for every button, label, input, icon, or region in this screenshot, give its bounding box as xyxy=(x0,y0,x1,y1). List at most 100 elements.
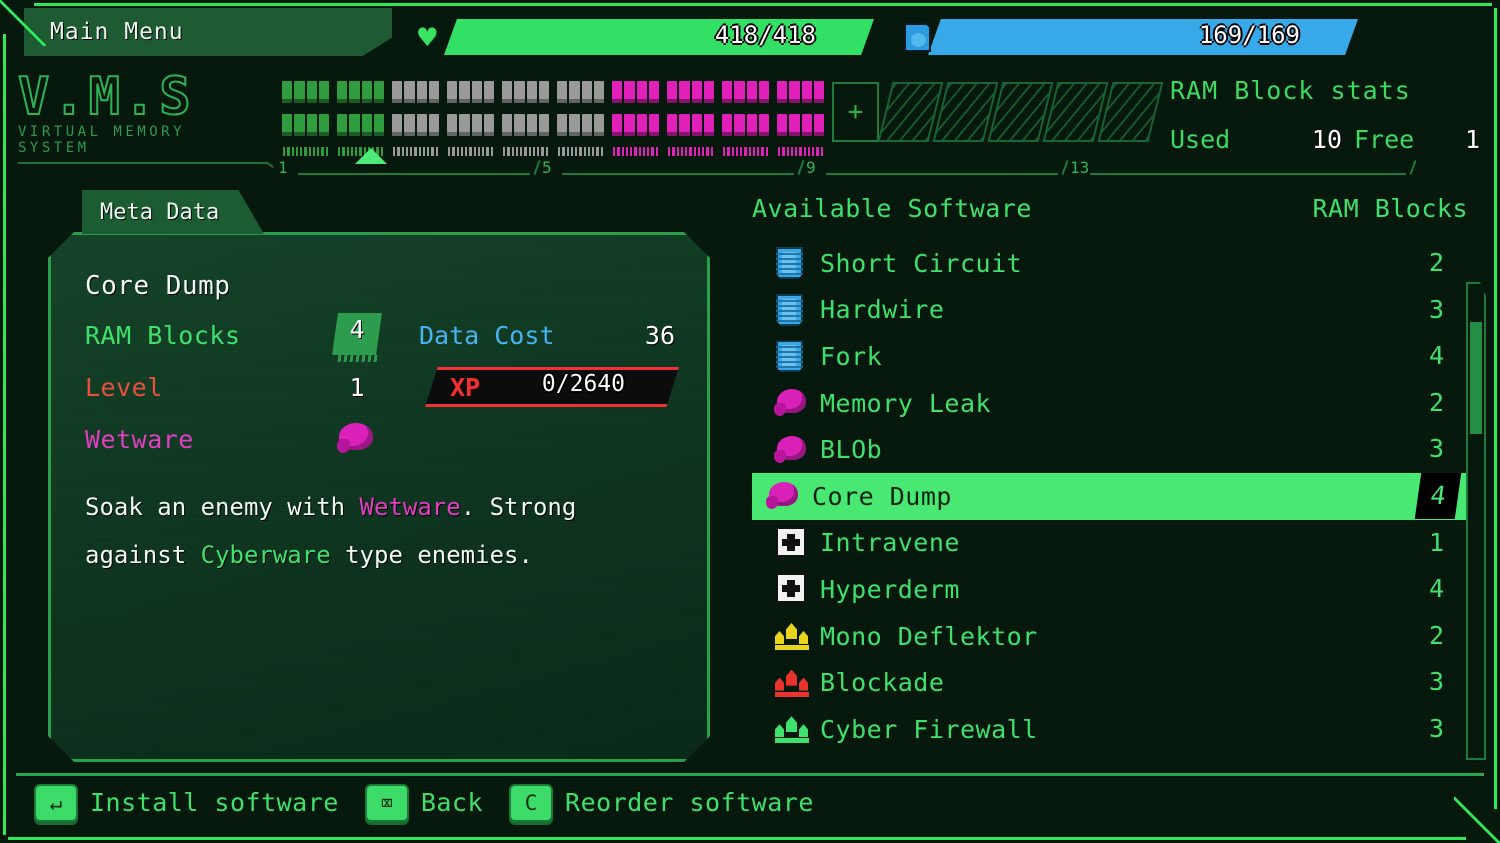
software-item-blocks: 3 xyxy=(1428,434,1444,464)
medkit-icon xyxy=(772,573,812,604)
ram-slot[interactable] xyxy=(608,76,663,156)
tab-meta-data[interactable]: Meta Data xyxy=(82,190,264,234)
software-list-item[interactable]: Hyperderm 4 xyxy=(752,566,1468,613)
software-item-name: Hyperderm xyxy=(820,574,960,604)
ram-ruler-mark: 5 xyxy=(540,158,805,180)
data-bar: 169/169 xyxy=(900,18,1358,56)
health-bar: ♥ 418/418 xyxy=(416,18,874,56)
software-item-name: BLOb xyxy=(820,435,883,465)
vms-screen: Main Menu ♥ 418/418 169/169 V.M.S VIRTUA… xyxy=(0,0,1500,843)
action-hint-label: Reorder software xyxy=(565,788,814,817)
frame-left xyxy=(3,34,6,835)
ram-slot[interactable] xyxy=(553,76,608,156)
software-list[interactable]: Short Circuit 2 Hardwire 3 Fork 4 Memory Leak 2… xyxy=(752,240,1468,760)
frame-top xyxy=(34,3,1492,6)
software-list-header: Available Software RAM Blocks xyxy=(752,194,1468,223)
action-hint[interactable]: C Reorder software xyxy=(509,783,814,822)
ram-used-value: 10 xyxy=(1311,125,1342,154)
backspace-key: ⌧ xyxy=(364,783,409,822)
xp-tag: XP xyxy=(423,367,507,407)
top-bar: Main Menu ♥ 418/418 169/169 xyxy=(16,8,1484,58)
software-list-item[interactable]: Mono Deflektor 2 xyxy=(752,613,1468,660)
chip-icon xyxy=(772,293,812,326)
software-item-blocks: 4 xyxy=(1428,574,1444,604)
shield-icon xyxy=(772,714,812,744)
software-list-item[interactable]: Fork 4 xyxy=(752,333,1468,380)
main-menu-tab[interactable]: Main Menu xyxy=(24,8,392,56)
ram-slot[interactable] xyxy=(1042,76,1109,156)
action-hint[interactable]: ⌧ Back xyxy=(364,783,483,822)
software-item-blocks: 2 xyxy=(1428,387,1444,417)
ram-slot-ruler: 1 5 9 13 xyxy=(276,158,1484,180)
ram-slot[interactable] xyxy=(278,76,333,156)
health-value: 418/418 xyxy=(714,21,816,49)
ram-slot[interactable] xyxy=(932,76,999,156)
software-item-blocks: 3 xyxy=(1428,294,1444,324)
desc-part-a: Soak an enemy with xyxy=(85,493,360,521)
vms-logo-title: V.M.S xyxy=(17,67,195,127)
desc-cyberware: Cyberware xyxy=(200,541,331,569)
ram-block-stats: RAM Block stats Used 10 Free 1 xyxy=(1170,76,1480,154)
vms-logo-rule xyxy=(18,162,268,164)
software-list-item[interactable]: Intravene 1 xyxy=(752,520,1468,567)
software-item-name: Cyber Firewall xyxy=(820,714,1038,744)
software-list-item[interactable]: Short Circuit 2 xyxy=(752,240,1468,287)
ram-slot[interactable] xyxy=(443,76,498,156)
ram-blocks-label: RAM Blocks xyxy=(85,321,241,350)
c-key: C xyxy=(509,783,554,822)
software-list-item[interactable]: Memory Leak 2 xyxy=(752,380,1468,427)
software-description: Soak an enemy with Wetware. Strong again… xyxy=(85,483,671,579)
software-list-scroll-thumb[interactable] xyxy=(1470,322,1482,434)
action-hint[interactable]: ↵ Install software xyxy=(34,783,339,822)
vms-logo-subtitle: VIRTUAL MEMORY SYSTEM xyxy=(18,124,186,156)
ram-chip-icon xyxy=(389,76,442,156)
software-item-name: Fork xyxy=(820,341,883,371)
software-list-item[interactable]: Core Dump 4 xyxy=(752,472,1468,520)
software-list-item[interactable]: Blockade 3 xyxy=(752,659,1468,706)
brain-icon xyxy=(337,421,377,455)
software-list-item[interactable]: BLOb 3 xyxy=(752,426,1468,473)
software-title: Core Dump xyxy=(85,271,231,301)
vms-logo: V.M.S VIRTUAL MEMORY SYSTEM xyxy=(17,67,268,164)
ram-block-stats-title: RAM Block stats xyxy=(1170,76,1411,105)
ram-slot[interactable] xyxy=(877,76,944,156)
software-item-blocks: 2 xyxy=(1428,248,1444,277)
ram-slot[interactable] xyxy=(663,76,718,156)
software-list-header-name: Available Software xyxy=(752,194,1032,223)
ram-slot[interactable] xyxy=(333,76,388,156)
ram-slot-strip[interactable]: + xyxy=(278,76,1164,156)
software-item-name: Intravene xyxy=(820,528,960,558)
ram-ruler-mark: 1 xyxy=(276,158,541,180)
level-row: Level 1 XP 0/2640 xyxy=(85,369,679,421)
ram-slot[interactable] xyxy=(718,76,773,156)
ram-slot[interactable] xyxy=(987,76,1054,156)
ram-slot[interactable] xyxy=(1097,76,1164,156)
action-hint-label: Install software xyxy=(90,788,339,817)
software-item-name: Memory Leak xyxy=(820,388,992,418)
software-item-blocks: 4 xyxy=(1414,472,1462,519)
ram-chip-icon xyxy=(774,76,827,156)
xp-label: XP xyxy=(449,372,481,402)
data-value: 169/169 xyxy=(1198,21,1300,49)
ram-slot[interactable] xyxy=(388,76,443,156)
ram-slot[interactable]: + xyxy=(828,76,883,156)
software-list-item[interactable]: Hardwire 3 xyxy=(752,287,1468,334)
desc-part-c: type enemies. xyxy=(330,541,533,569)
ram-free-label: Free xyxy=(1354,125,1415,154)
ram-chip-icon xyxy=(279,76,332,156)
main-menu-label: Main Menu xyxy=(50,19,184,45)
heart-icon: ♥ xyxy=(418,20,437,56)
chip-icon xyxy=(772,247,812,280)
brain-icon xyxy=(772,435,812,465)
software-item-name: Mono Deflektor xyxy=(820,621,1038,651)
xp-bar: XP 0/2640 xyxy=(425,367,679,409)
software-list-scrollbar[interactable] xyxy=(1466,282,1486,760)
ram-chip-icon xyxy=(334,76,387,156)
software-item-name: Core Dump xyxy=(812,481,952,511)
software-list-item[interactable]: Cyber Firewall 3 xyxy=(752,706,1468,753)
ram-slot[interactable] xyxy=(498,76,553,156)
action-bar: ↵ Install software ⌧ Back C Reorder software xyxy=(16,773,1484,829)
brain-icon xyxy=(764,481,804,511)
software-item-name: Hardwire xyxy=(820,295,945,325)
ram-slot[interactable] xyxy=(773,76,828,156)
